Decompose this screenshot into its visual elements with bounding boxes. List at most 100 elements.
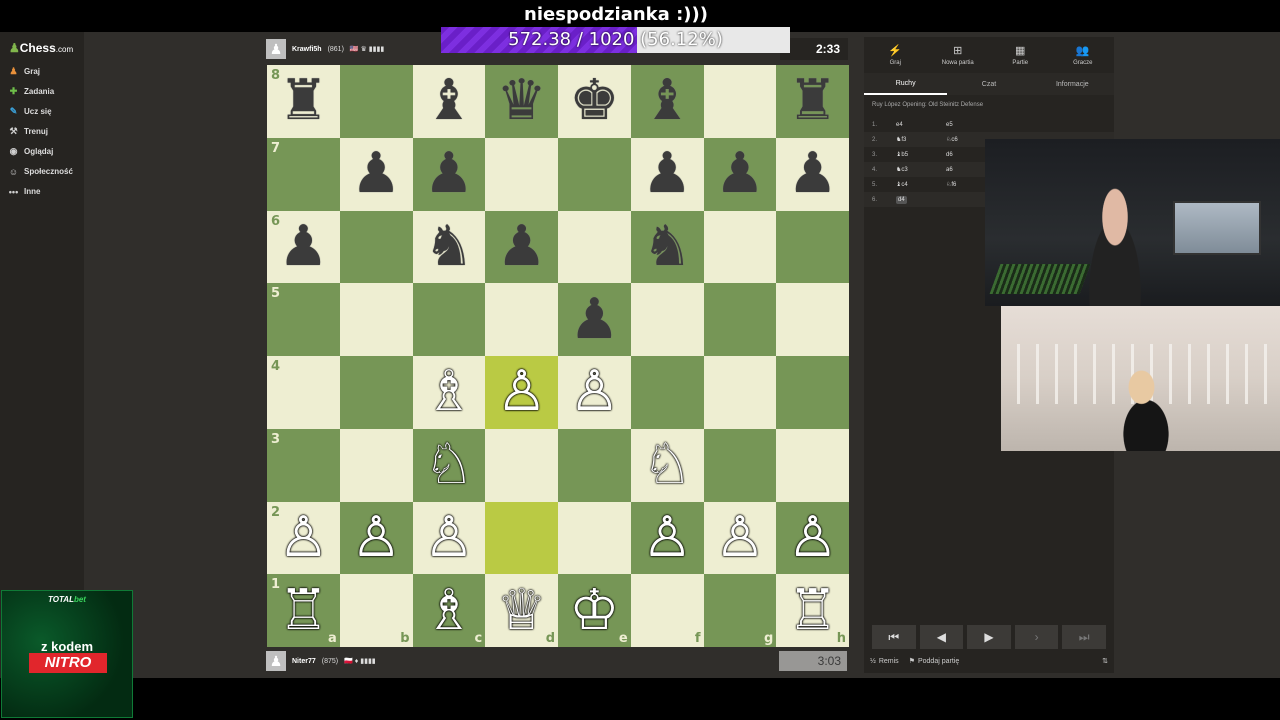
- square-f3[interactable]: ♘: [630, 428, 704, 502]
- black-knight-icon[interactable]: ♞: [424, 218, 474, 275]
- square-h2[interactable]: ♙: [776, 501, 849, 575]
- square-b1[interactable]: b: [339, 574, 413, 647]
- square-a3[interactable]: 3: [267, 428, 340, 502]
- player-avatar[interactable]: ♟: [266, 651, 286, 671]
- square-c1[interactable]: c ♗: [412, 574, 486, 647]
- square-g5[interactable]: [703, 283, 777, 356]
- subtab-2[interactable]: Informacje: [1031, 73, 1114, 95]
- black-pawn-icon[interactable]: ♟: [715, 146, 765, 202]
- square-c7[interactable]: ♟: [412, 137, 486, 211]
- square-b2[interactable]: ♙: [339, 501, 413, 575]
- white-move[interactable]: ♝c4: [896, 181, 946, 188]
- black-pawn-icon[interactable]: ♟: [424, 146, 474, 202]
- white-pawn-icon[interactable]: ♙: [715, 509, 765, 566]
- panel-tab-2[interactable]: ▦ Partie: [989, 37, 1052, 73]
- square-a4[interactable]: 4: [267, 356, 340, 429]
- white-pawn-icon[interactable]: ♙: [351, 509, 401, 566]
- square-d5[interactable]: [485, 283, 558, 356]
- square-e3[interactable]: [558, 428, 631, 502]
- black-bishop-icon[interactable]: ♝: [424, 73, 474, 129]
- square-d8[interactable]: ♛: [485, 65, 558, 138]
- white-bishop-icon[interactable]: ♗: [424, 364, 474, 420]
- white-queen-icon[interactable]: ♕: [497, 582, 547, 639]
- white-rook-icon[interactable]: ♖: [788, 582, 838, 639]
- opponent-avatar[interactable]: ♟: [266, 39, 286, 59]
- square-a6[interactable]: 6 ♟: [267, 210, 340, 284]
- subtab-0[interactable]: Ruchy: [864, 73, 948, 95]
- white-move[interactable]: ♞f3: [896, 136, 946, 143]
- draw-button[interactable]: ½ Remis: [870, 658, 899, 665]
- square-d7[interactable]: [485, 137, 558, 211]
- square-c2[interactable]: ♙: [412, 501, 486, 575]
- square-e6[interactable]: [558, 210, 631, 284]
- square-f4[interactable]: [630, 356, 704, 429]
- opponent-name[interactable]: Krawfi5h: [292, 46, 322, 53]
- black-bishop-icon[interactable]: ♝: [642, 73, 692, 129]
- black-move[interactable]: e5: [946, 122, 996, 128]
- white-king-icon[interactable]: ♔: [569, 582, 619, 639]
- square-b5[interactable]: [339, 283, 413, 356]
- square-b7[interactable]: ♟: [339, 137, 413, 211]
- white-knight-icon[interactable]: ♘: [424, 437, 474, 493]
- sidebar-item-3[interactable]: ⚒ Trenuj: [8, 126, 48, 137]
- square-c6[interactable]: ♞: [412, 210, 486, 284]
- subtab-1[interactable]: Czat: [947, 73, 1030, 95]
- square-g7[interactable]: ♟: [703, 137, 777, 211]
- square-d1[interactable]: d ♕: [485, 574, 558, 647]
- white-pawn-icon[interactable]: ♙: [788, 509, 838, 566]
- panel-tab-3[interactable]: 👥 Gracze: [1052, 37, 1115, 73]
- square-d4[interactable]: ♙: [485, 356, 558, 429]
- square-a8[interactable]: 8 ♜: [267, 65, 340, 138]
- panel-tab-1[interactable]: ⊞ Nowa partia: [927, 37, 990, 73]
- square-c8[interactable]: ♝: [412, 65, 486, 138]
- square-a7[interactable]: 7: [267, 137, 340, 211]
- square-f7[interactable]: ♟: [630, 137, 704, 211]
- white-move[interactable]: ♞c3: [896, 166, 946, 173]
- square-a2[interactable]: 2 ♙: [267, 501, 340, 575]
- black-pawn-icon[interactable]: ♟: [497, 218, 547, 275]
- player-name[interactable]: Niter77: [292, 658, 316, 665]
- white-move[interactable]: d4: [896, 195, 946, 204]
- square-f5[interactable]: [630, 283, 704, 356]
- square-d2[interactable]: [485, 501, 558, 575]
- square-g1[interactable]: g: [703, 574, 777, 647]
- black-rook-icon[interactable]: ♜: [278, 73, 328, 129]
- sidebar-item-0[interactable]: ♟ Graj: [8, 66, 40, 77]
- first-move-button[interactable]: ⏮: [872, 625, 916, 649]
- square-f1[interactable]: f: [630, 574, 704, 647]
- square-h4[interactable]: [776, 356, 849, 429]
- black-king-icon[interactable]: ♚: [569, 73, 619, 129]
- chess-board[interactable]: 8 ♜ ♝ ♛ ♚ ♝ ♜ 7 ♟ ♟ ♟ ♟ ♟ 6 ♟ ♞ ♟ ♞ 5 ♟ 4 ♗ ♙ ♙ 3 ♘ ♘ 2 ♙ ♙ ♙ ♙ ♙ ♙ 1 a ♖ b c ♗…: [267, 65, 849, 647]
- square-d6[interactable]: ♟: [485, 210, 558, 284]
- square-e8[interactable]: ♚: [558, 65, 631, 138]
- black-pawn-icon[interactable]: ♟: [351, 146, 401, 202]
- sidebar-item-4[interactable]: ◉ Oglądaj: [8, 146, 54, 157]
- sidebar-item-2[interactable]: ✎ Ucz się: [8, 106, 52, 117]
- square-g6[interactable]: [703, 210, 777, 284]
- square-c4[interactable]: ♗: [412, 356, 486, 429]
- square-h6[interactable]: [776, 210, 849, 284]
- square-h1[interactable]: h ♖: [776, 574, 849, 647]
- black-knight-icon[interactable]: ♞: [642, 218, 692, 275]
- square-d3[interactable]: [485, 428, 558, 502]
- black-rook-icon[interactable]: ♜: [788, 73, 838, 129]
- square-f8[interactable]: ♝: [630, 65, 704, 138]
- white-rook-icon[interactable]: ♖: [278, 582, 328, 639]
- square-h5[interactable]: [776, 283, 849, 356]
- black-pawn-icon[interactable]: ♟: [278, 218, 328, 275]
- square-e5[interactable]: ♟: [558, 283, 631, 356]
- square-b3[interactable]: [339, 428, 413, 502]
- white-pawn-icon[interactable]: ♙: [497, 364, 547, 420]
- square-h7[interactable]: ♟: [776, 137, 849, 211]
- white-bishop-icon[interactable]: ♗: [424, 582, 474, 639]
- white-pawn-icon[interactable]: ♙: [278, 509, 328, 566]
- square-e2[interactable]: [558, 501, 631, 575]
- white-pawn-icon[interactable]: ♙: [424, 509, 474, 566]
- sidebar-item-5[interactable]: ☺ Społeczność: [8, 166, 73, 177]
- white-move[interactable]: ♝b5: [896, 151, 946, 158]
- square-b4[interactable]: [339, 356, 413, 429]
- square-e7[interactable]: [558, 137, 631, 211]
- chess-logo[interactable]: ♟Chess.com: [9, 41, 73, 55]
- square-e1[interactable]: e ♔: [558, 574, 631, 647]
- sidebar-item-6[interactable]: ••• Inne: [8, 186, 41, 197]
